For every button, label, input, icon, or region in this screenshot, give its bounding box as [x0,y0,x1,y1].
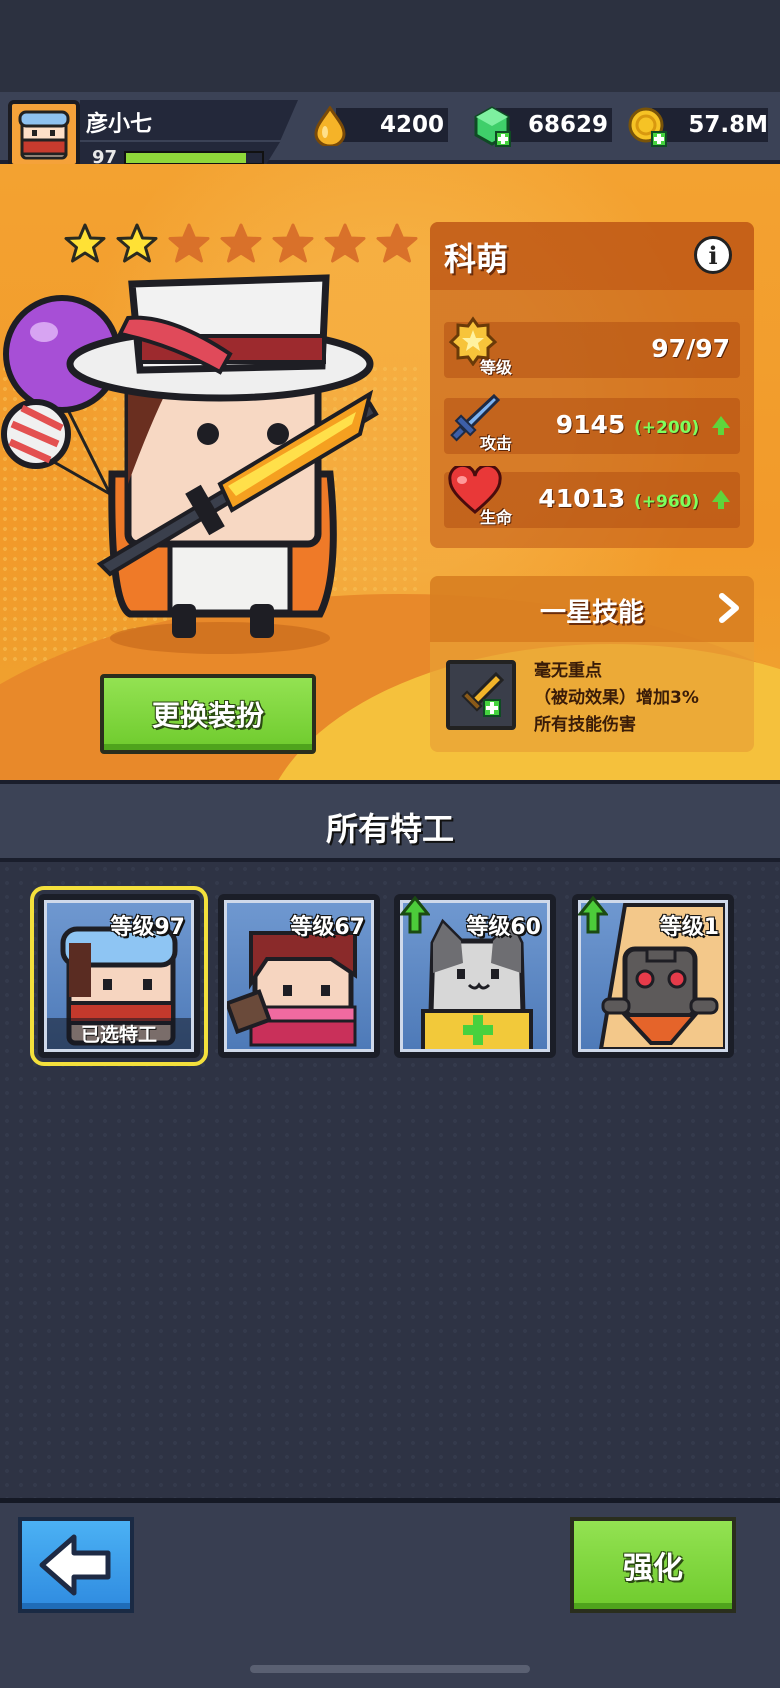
gem-value: 68629 [527,112,608,138]
info-icon[interactable]: i [694,236,732,274]
skill-description: 毫无重点 （被动效果）增加3% 所有技能伤害 [534,658,748,739]
agent-card-3[interactable]: 等级60 [394,894,556,1058]
coin-icon [628,106,668,152]
agent-portrait: 等级67 [224,900,374,1052]
stat-level-value: 97/97 [651,334,730,363]
gem-icon [472,106,512,152]
star-filled-icon [116,223,158,263]
stat-attack-value: 9145 [555,410,626,439]
energy-drop-icon [312,105,348,150]
enhance-button[interactable]: 强化 [570,1517,736,1613]
agents-section-header: 所有特工 [0,780,780,862]
skill-name: 毫无重点 [534,661,602,681]
hero-info-card: 科萌 i 等级 97/97 攻击 9145 (+200) 生命 41013 (+… [430,222,754,548]
skill-sword-icon [461,671,505,717]
upgrade-arrow-icon [400,896,430,934]
agent-card-1[interactable]: 等级97 已选特工 [30,886,208,1066]
agent-level: 等级97 [110,915,185,940]
home-indicator [250,1665,530,1673]
agents-list: 等级97 已选特工 等级67 等级60 等级1 [0,862,780,1498]
change-outfit-button[interactable]: 更换装扮 [100,674,316,754]
stat-health-value-group: 41013 (+960) [538,484,730,513]
skill-icon-box[interactable] [446,660,516,730]
stat-attack-bonus: (+200) [634,418,700,438]
energy-resource[interactable]: 4200 [312,105,452,148]
stat-row-level: 等级 97/97 [444,316,740,378]
agent-card-4[interactable]: 等级1 [572,894,734,1058]
agent-card-2[interactable]: 等级67 [218,894,380,1058]
agent-level: 等级67 [290,915,365,940]
upgrade-arrow-icon [712,490,730,509]
energy-value: 4200 [379,112,444,138]
agent-portrait: 等级97 已选特工 [44,900,194,1052]
stat-health-bonus: (+960) [634,492,700,512]
stat-level-label: 等级 [480,358,513,377]
xp-progress-bar [124,151,264,165]
top-resource-bar: 彦小七 97 4200 68629 57.8M [0,92,780,168]
agent-level: 等级60 [466,915,541,940]
coin-value: 57.8M [688,112,768,138]
star-empty-icon [324,223,366,263]
chevron-right-icon[interactable] [718,592,740,631]
xp-progress-fill [126,153,246,163]
stat-attack-value-group: 9145 (+200) [556,410,730,439]
player-name: 彦小七 [86,112,153,137]
back-button[interactable] [18,1517,134,1613]
skill-card[interactable]: 一星技能 毫无重点 （被动效果）增加3% 所有技能伤害 [430,576,754,752]
player-profile[interactable]: 彦小七 97 [6,98,298,168]
stat-row-health: 生命 41013 (+960) [444,463,740,528]
star-empty-icon [376,223,418,263]
star-filled-icon [64,223,106,263]
bottom-action-bar: 强化 [0,1498,780,1688]
stat-health-label: 生命 [480,508,513,527]
skill-title: 一星技能 [539,598,644,628]
selected-agent-tag: 已选特工 [47,1018,191,1049]
skill-effect: （被动效果）增加3% [534,688,699,708]
stat-row-attack: 攻击 9145 (+200) [444,393,740,454]
hero-character-portrait [0,274,380,694]
status-bar-area [0,0,780,92]
back-arrow-icon [39,1534,111,1596]
agent-level: 等级1 [659,915,719,940]
hero-name: 科萌 [444,240,509,278]
skill-target: 所有技能伤害 [534,715,636,735]
agents-section-title: 所有特工 [325,810,454,848]
upgrade-arrow-icon [712,416,730,435]
stat-attack-label: 攻击 [480,434,513,453]
star-empty-icon [220,223,262,263]
star-empty-icon [272,223,314,263]
hero-star-rating [62,222,420,268]
upgrade-arrow-icon [578,896,608,934]
coin-resource[interactable]: 57.8M [628,106,772,147]
gem-resource[interactable]: 68629 [472,106,612,147]
star-empty-icon [168,223,210,263]
stat-health-value: 41013 [538,484,626,513]
player-avatar[interactable] [8,100,80,168]
